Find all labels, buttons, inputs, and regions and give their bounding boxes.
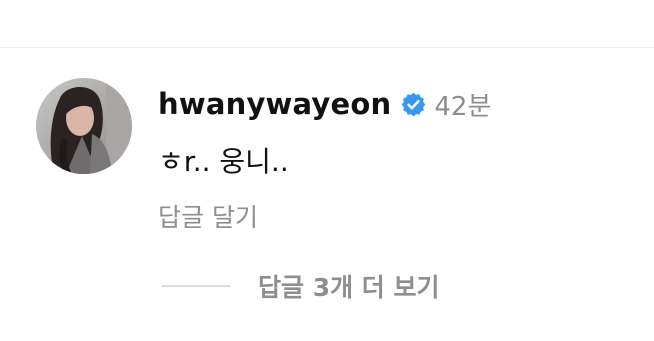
verified-badge-icon [400, 91, 427, 118]
comment-text: ㅎr.. 웅니.. [158, 145, 289, 178]
reply-button[interactable]: 답글 달기 [158, 198, 258, 234]
comment-header: hwanywayeon 42분 [158, 84, 491, 124]
profile-avatar[interactable] [36, 78, 132, 174]
view-more-replies-button[interactable]: 답글 3개 더 보기 [162, 268, 440, 304]
avatar-image [36, 78, 132, 174]
comment-timestamp: 42분 [434, 91, 492, 122]
username[interactable]: hwanywayeon [158, 87, 391, 121]
replies-divider-line [162, 285, 230, 287]
top-divider [0, 47, 654, 48]
view-more-replies-label: 답글 3개 더 보기 [258, 273, 440, 302]
